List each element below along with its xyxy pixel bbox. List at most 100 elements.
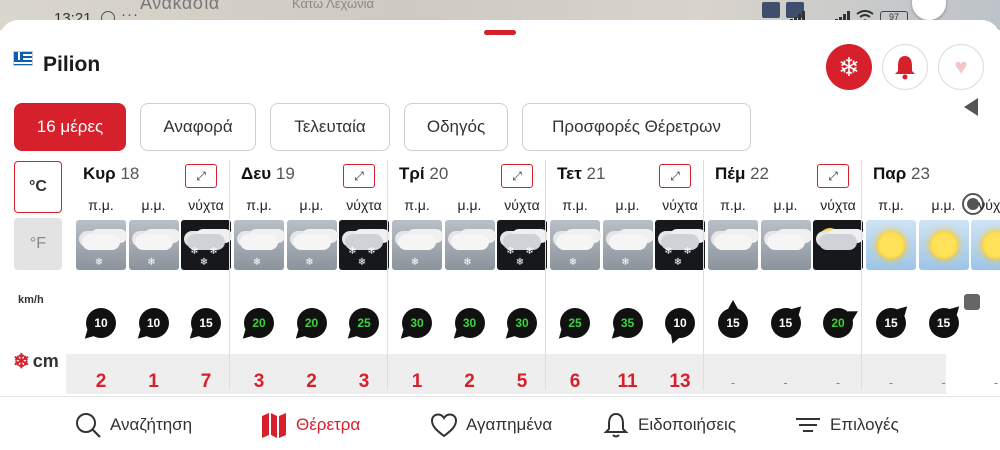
tab-16-days[interactable]: 16 μέρες bbox=[14, 103, 126, 151]
wind-speed: 25 bbox=[349, 308, 379, 338]
expand-icon[interactable]: ⤢ bbox=[501, 164, 533, 188]
night-snow-icon: ❄ ❄ ❄ bbox=[181, 220, 231, 270]
wind-speed: 10 bbox=[138, 308, 169, 338]
cloud-snow-icon: ❄ bbox=[234, 220, 284, 270]
day-divider bbox=[545, 160, 546, 390]
wind-speed: 30 bbox=[402, 308, 432, 338]
wind-speed: 20 bbox=[296, 308, 327, 338]
wind-speed: 30 bbox=[507, 308, 537, 338]
collapse-arrow-icon[interactable] bbox=[964, 98, 978, 116]
sun-icon bbox=[971, 220, 1000, 270]
night-snow-icon: ❄ ❄ ❄ bbox=[655, 220, 705, 270]
wind-unit-label: km/h bbox=[18, 294, 44, 306]
snowfall-value: 2 bbox=[95, 371, 107, 392]
wind-speed: 20 bbox=[244, 308, 274, 338]
snowfall-value: 2 bbox=[464, 371, 475, 392]
alert-button[interactable] bbox=[882, 44, 928, 90]
day-column: Τρί 20 ⤢ π.μ. ❄ 30 1 μ.μ. ❄ 30 2 νύχτα ❄ ❄ ❄ 30 5 bbox=[389, 160, 547, 392]
wind-speed: 15 bbox=[928, 308, 959, 338]
day-header: Πέμ 22 bbox=[715, 164, 769, 184]
cloud-icon bbox=[708, 220, 758, 270]
snowfall-value: - bbox=[993, 375, 999, 390]
snowfall-value: 13 bbox=[669, 371, 691, 392]
cloud-snow-icon: ❄ bbox=[128, 220, 179, 270]
day-part-label: μ.μ. bbox=[141, 197, 166, 213]
heart-icon: ♥ bbox=[954, 54, 968, 79]
tab-report[interactable]: Αναφορά bbox=[140, 103, 256, 151]
day-column: Τετ 21 ⤢ π.μ. ❄ 25 6 μ.μ. ❄ 35 11 νύχτα ❄ ❄ ❄ 10 13 bbox=[547, 160, 705, 392]
map-icon bbox=[262, 413, 286, 438]
map-round-button[interactable] bbox=[912, 0, 946, 20]
wind-speed: 10 bbox=[665, 308, 695, 338]
day-part-label: νύχτα bbox=[504, 197, 540, 213]
day-date: 22 bbox=[750, 164, 770, 183]
day-part-label: μ.μ. bbox=[299, 197, 324, 213]
search-icon bbox=[76, 413, 101, 438]
wind-speed: 15 bbox=[718, 308, 748, 338]
day-date: 18 bbox=[120, 164, 140, 183]
day-divider bbox=[229, 160, 230, 390]
fahrenheit-toggle[interactable]: °F bbox=[14, 218, 62, 270]
day-part-label: μ.μ. bbox=[457, 197, 482, 213]
day-date: 21 bbox=[586, 164, 606, 183]
day-date: 20 bbox=[429, 164, 449, 183]
day-part-label: νύχτα bbox=[346, 197, 382, 213]
bottom-nav: Αναζήτηση Θέρετρα Αγαπημένα Ειδοποιήσεις… bbox=[0, 396, 1000, 450]
sun-icon bbox=[866, 220, 916, 270]
wind-speed: 35 bbox=[612, 308, 643, 338]
cloud-snow-icon: ❄ bbox=[444, 220, 495, 270]
celsius-toggle[interactable]: °C bbox=[14, 161, 62, 213]
tab-guide[interactable]: Οδηγός bbox=[404, 103, 508, 151]
wind-speed: 10 bbox=[86, 308, 116, 338]
snowfall-value: 5 bbox=[516, 371, 528, 392]
page-title: Pilion bbox=[43, 53, 101, 76]
day-name: Τετ bbox=[557, 164, 582, 183]
tab-resort-offers[interactable]: Προσφορές Θέρετρων bbox=[522, 103, 751, 151]
wind-speed: 15 bbox=[770, 308, 801, 338]
cloud-snow-icon: ❄ bbox=[602, 220, 653, 270]
day-part-label: π.μ. bbox=[404, 197, 430, 213]
day-column: Δευ 19 ⤢ π.μ. ❄ 20 3 μ.μ. ❄ 20 2 νύχτα ❄ ❄ ❄ 25 3 bbox=[231, 160, 389, 392]
snowfall-value: 3 bbox=[358, 371, 370, 392]
favourite-button[interactable]: ♥ bbox=[938, 44, 984, 90]
sun-icon bbox=[918, 220, 969, 270]
bell-icon bbox=[603, 412, 629, 438]
nav-favourites[interactable]: Αγαπημένα bbox=[430, 411, 552, 439]
wind-speed: 15 bbox=[876, 308, 906, 338]
nav-notifications[interactable]: Ειδοποιήσεις bbox=[602, 411, 736, 439]
nav-options[interactable]: Επιλογές bbox=[794, 411, 899, 439]
nav-resorts[interactable]: Θέρετρα bbox=[260, 411, 360, 439]
expand-icon[interactable]: ⤢ bbox=[817, 164, 849, 188]
wind-speed: 15 bbox=[191, 308, 221, 338]
night-snow-icon: ❄ ❄ ❄ bbox=[339, 220, 389, 270]
day-date: 19 bbox=[275, 164, 295, 183]
nav-resorts-label: Θέρετρα bbox=[296, 415, 361, 434]
nav-search[interactable]: Αναζήτηση bbox=[74, 411, 192, 439]
expand-icon[interactable]: ⤢ bbox=[659, 164, 691, 188]
day-name: Παρ bbox=[873, 164, 907, 183]
cloud-snow-icon: ❄ bbox=[76, 220, 126, 270]
snowflake-icon: ❄ bbox=[13, 351, 30, 373]
day-divider bbox=[703, 160, 704, 390]
heart-icon bbox=[430, 413, 458, 438]
day-column: Παρ 23 π.μ. 15 - μ.μ. 15 - νύχτα - bbox=[863, 160, 1000, 390]
day-name: Κυρ bbox=[83, 164, 116, 183]
snowfall-value: - bbox=[783, 375, 788, 390]
day-header: Τρί 20 bbox=[399, 164, 448, 184]
snowfall-value: 6 bbox=[569, 371, 581, 392]
day-part-label: π.μ. bbox=[878, 197, 904, 213]
expand-icon[interactable]: ⤢ bbox=[185, 164, 217, 188]
snow-report-button[interactable]: ❄ bbox=[826, 44, 872, 90]
day-part-label: νύχτα bbox=[188, 197, 224, 213]
snowfall-value: 3 bbox=[253, 371, 265, 392]
sheet-drag-handle[interactable] bbox=[484, 30, 516, 35]
day-part-label: νύχτα bbox=[662, 197, 698, 213]
day-divider bbox=[387, 160, 388, 390]
snowflake-icon: ❄ bbox=[838, 51, 860, 82]
snowfall-value: - bbox=[730, 375, 736, 390]
snowfall-value: 7 bbox=[200, 371, 212, 392]
tab-latest[interactable]: Τελευταία bbox=[270, 103, 390, 151]
greece-flag-icon bbox=[13, 51, 33, 66]
expand-icon[interactable]: ⤢ bbox=[343, 164, 375, 188]
day-column: Πέμ 22 ⤢ π.μ. 15 - μ.μ. 15 - νύχτα 20 - bbox=[705, 160, 863, 390]
